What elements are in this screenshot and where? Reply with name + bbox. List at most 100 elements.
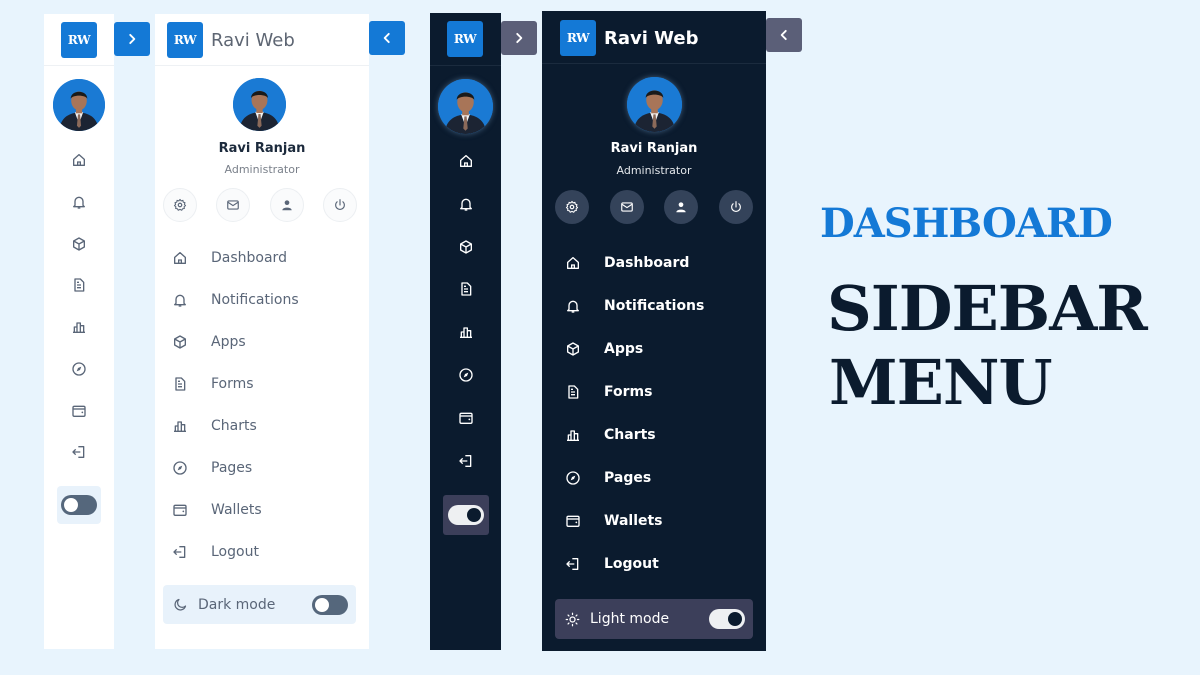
brand-name: Ravi Web [211, 29, 295, 51]
bell-icon[interactable] [71, 194, 87, 210]
light-expanded-sidebar: RW Ravi Web Ravi Ranjan Administrator Da… [155, 14, 369, 649]
power-button[interactable] [718, 190, 753, 224]
sidebar-item-label: Charts [211, 418, 257, 434]
sidebar-item-label: Apps [604, 340, 644, 357]
gear-icon [173, 198, 187, 212]
header-divider [44, 65, 114, 66]
light-mode-toggle[interactable] [709, 609, 745, 629]
power-icon [729, 200, 743, 214]
dark-mode-row[interactable]: Dark mode [163, 585, 356, 624]
document-icon[interactable] [458, 281, 474, 297]
header-divider [155, 65, 369, 66]
headline-menu: MENU [829, 346, 1053, 419]
settings-button[interactable] [163, 188, 197, 222]
sidebar-item-notifications[interactable]: Notifications [564, 284, 704, 327]
dark-mode-toggle-container [57, 486, 101, 524]
wallet-icon[interactable] [71, 403, 87, 419]
sidebar-item-dashboard[interactable]: Dashboard [171, 237, 299, 279]
expand-button[interactable] [501, 21, 537, 55]
sidebar-item-logout[interactable]: Logout [171, 531, 299, 573]
dark-collapsed-sidebar: RW [430, 13, 501, 650]
document-icon[interactable] [71, 277, 87, 293]
bar-chart-icon [564, 427, 582, 443]
profile-role: Administrator [224, 163, 300, 176]
compass-icon[interactable] [458, 367, 474, 383]
sidebar-item-label: Pages [211, 460, 253, 476]
logout-icon[interactable] [71, 444, 87, 460]
cube-icon[interactable] [458, 239, 474, 255]
quick-actions [163, 188, 357, 222]
brand-logo[interactable]: RW [447, 21, 483, 57]
logout-icon [564, 556, 582, 572]
wallet-icon [564, 513, 582, 529]
collapse-button[interactable] [766, 18, 802, 52]
power-button[interactable] [322, 188, 357, 222]
expand-button[interactable] [114, 22, 150, 56]
bell-icon[interactable] [458, 196, 474, 212]
avatar[interactable] [627, 77, 682, 132]
dark-mode-label: Dark mode [198, 596, 276, 613]
brand[interactable]: RW Ravi Web [167, 22, 295, 58]
brand-name: Ravi Web [604, 27, 699, 49]
brand-logo: RW [167, 22, 203, 58]
dark-mode-toggle[interactable] [312, 594, 348, 615]
avatar[interactable] [233, 78, 286, 131]
mail-icon [226, 198, 240, 212]
sidebar-item-apps[interactable]: Apps [171, 321, 299, 363]
sidebar-item-label: Dashboard [604, 254, 690, 271]
sidebar-item-forms[interactable]: Forms [564, 370, 704, 413]
sidebar-item-label: Forms [211, 376, 254, 392]
sidebar-item-label: Dashboard [211, 250, 287, 266]
header-divider [542, 63, 766, 64]
user-icon [280, 198, 294, 212]
sidebar-item-label: Wallets [211, 502, 262, 518]
brand[interactable]: RW Ravi Web [560, 20, 698, 56]
avatar[interactable] [438, 79, 493, 134]
headline-sidebar: SIDEBAR [827, 272, 1148, 345]
sidebar-item-dashboard[interactable]: Dashboard [564, 241, 704, 284]
light-mode-label: Light mode [590, 611, 670, 627]
avatar[interactable] [53, 79, 105, 131]
light-mode-row[interactable]: Light mode [555, 599, 753, 639]
home-icon[interactable] [71, 152, 87, 168]
bar-chart-icon [171, 418, 189, 434]
bar-chart-icon[interactable] [458, 324, 474, 340]
profile-button[interactable] [664, 190, 699, 224]
sidebar-item-apps[interactable]: Apps [564, 327, 704, 370]
cube-icon [564, 341, 582, 357]
home-icon[interactable] [458, 153, 474, 169]
sidebar-item-label: Logout [211, 544, 259, 560]
quick-actions [555, 190, 753, 224]
sidebar-menu: Dashboard Notifications Apps Forms Chart… [564, 241, 704, 585]
logout-icon[interactable] [458, 453, 474, 469]
bell-icon [564, 298, 582, 314]
sidebar-item-charts[interactable]: Charts [564, 413, 704, 456]
compass-icon [171, 460, 189, 476]
profile-button[interactable] [269, 188, 304, 222]
wallet-icon[interactable] [458, 410, 474, 426]
collapse-button[interactable] [369, 21, 405, 55]
messages-button[interactable] [216, 188, 251, 222]
sidebar-item-logout[interactable]: Logout [564, 542, 704, 585]
sidebar-item-notifications[interactable]: Notifications [171, 279, 299, 321]
sidebar-item-pages[interactable]: Pages [564, 456, 704, 499]
sidebar-item-label: Notifications [604, 297, 705, 314]
compass-icon[interactable] [71, 361, 87, 377]
moon-icon [173, 597, 188, 612]
sidebar-item-wallets[interactable]: Wallets [564, 499, 704, 542]
brand-logo[interactable]: RW [61, 22, 97, 58]
dark-mode-toggle[interactable] [61, 495, 97, 515]
cube-icon[interactable] [71, 236, 87, 252]
sidebar-item-wallets[interactable]: Wallets [171, 489, 299, 531]
sidebar-item-forms[interactable]: Forms [171, 363, 299, 405]
document-icon [171, 376, 189, 392]
sidebar-item-charts[interactable]: Charts [171, 405, 299, 447]
sidebar-item-pages[interactable]: Pages [171, 447, 299, 489]
light-mode-toggle[interactable] [448, 505, 484, 525]
bar-chart-icon[interactable] [71, 319, 87, 335]
logout-icon [171, 544, 189, 560]
messages-button[interactable] [609, 190, 644, 224]
profile-name: Ravi Ranjan [610, 141, 698, 156]
chevron-left-icon [777, 28, 791, 42]
settings-button[interactable] [555, 190, 589, 224]
